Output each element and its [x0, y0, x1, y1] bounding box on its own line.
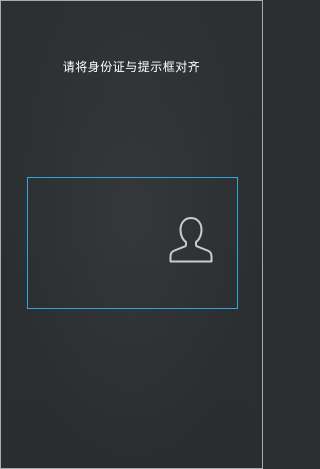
person-outline-icon — [165, 212, 217, 264]
alignment-hint: 请将身份证与提示框对齐 — [62, 60, 201, 74]
id-scan-screen: 请将身份证与提示框对齐 — [0, 0, 263, 469]
